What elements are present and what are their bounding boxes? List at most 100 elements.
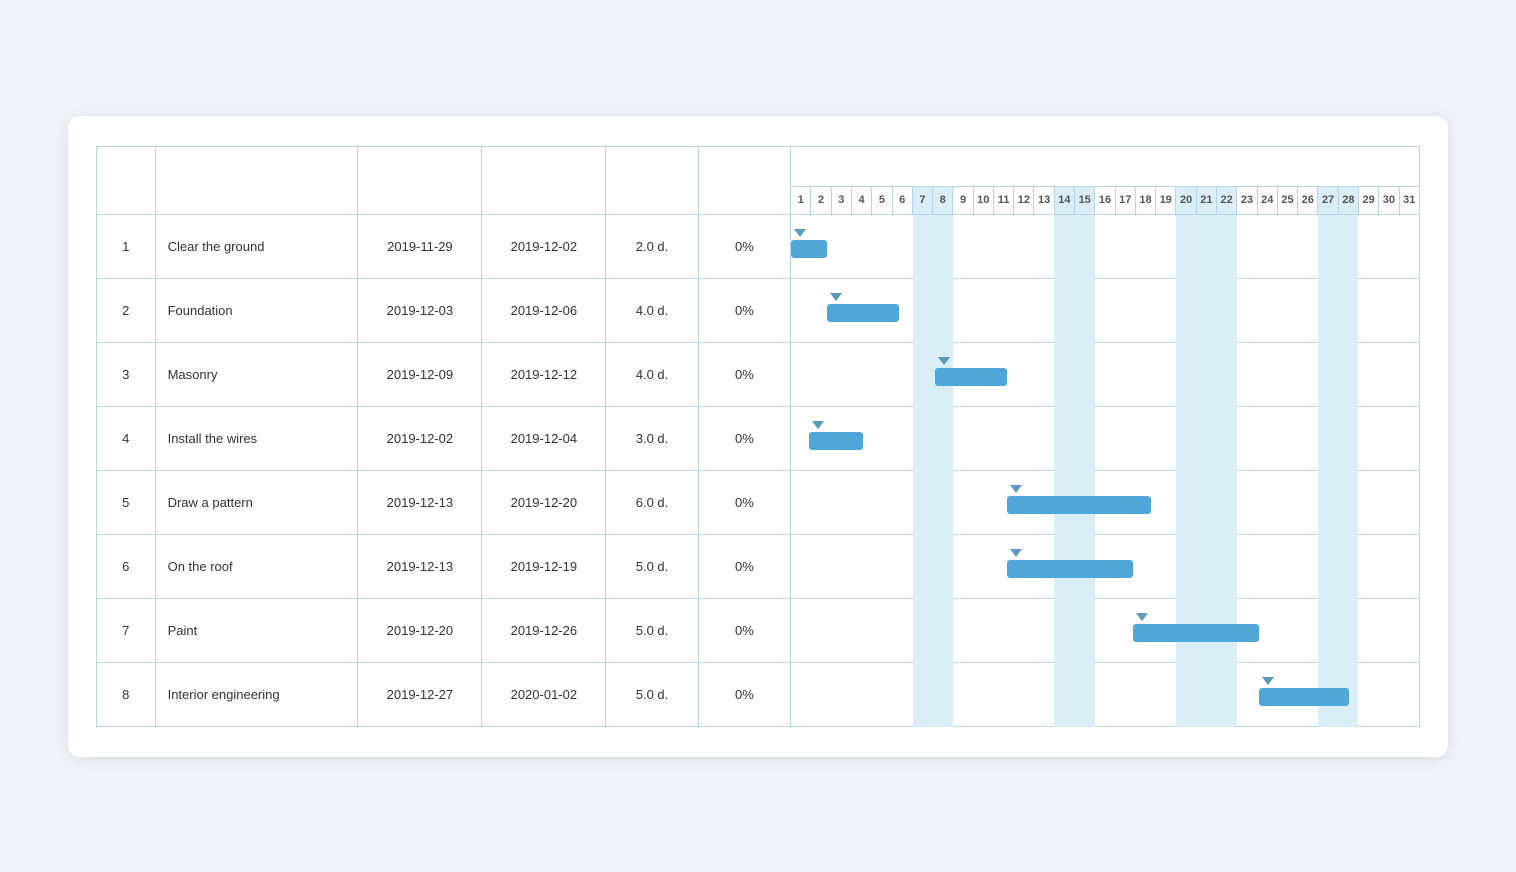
cell-id-4: 5	[97, 470, 156, 534]
gantt-chart-cell-5	[791, 534, 1420, 598]
cell-duration-0: 2.0 d.	[606, 214, 698, 278]
cell-start-3: 2019-12-02	[358, 406, 482, 470]
day-header-7: 7	[912, 186, 932, 214]
table-row: 5Draw a pattern2019-12-132019-12-206.0 d…	[97, 470, 1420, 534]
day-header-2: 2	[811, 186, 831, 214]
day-header-28: 28	[1338, 186, 1358, 214]
gantt-chart-cell-0	[791, 214, 1420, 278]
day-header-1: 1	[791, 186, 811, 214]
col-duration-header	[606, 146, 698, 214]
cell-name-1: Foundation	[155, 278, 358, 342]
cell-name-6: Paint	[155, 598, 358, 662]
cell-complete-0: 0%	[698, 214, 790, 278]
cell-name-0: Clear the ground	[155, 214, 358, 278]
day-header-21: 21	[1196, 186, 1216, 214]
cell-finish-4: 2019-12-20	[482, 470, 606, 534]
cell-name-4: Draw a pattern	[155, 470, 358, 534]
gantt-chart-cell-3	[791, 406, 1420, 470]
gantt-body: 1Clear the ground2019-11-292019-12-022.0…	[97, 214, 1420, 726]
cell-complete-1: 0%	[698, 278, 790, 342]
day-header-11: 11	[993, 186, 1013, 214]
gantt-chart-cell-1	[791, 278, 1420, 342]
cell-complete-5: 0%	[698, 534, 790, 598]
cell-start-5: 2019-12-13	[358, 534, 482, 598]
day-header-20: 20	[1176, 186, 1196, 214]
gantt-chart-cell-7	[791, 662, 1420, 726]
cell-id-0: 1	[97, 214, 156, 278]
day-header-12: 12	[1014, 186, 1034, 214]
cell-finish-3: 2019-12-04	[482, 406, 606, 470]
day-header-27: 27	[1318, 186, 1338, 214]
table-row: 1Clear the ground2019-11-292019-12-022.0…	[97, 214, 1420, 278]
cell-duration-1: 4.0 d.	[606, 278, 698, 342]
cell-finish-0: 2019-12-02	[482, 214, 606, 278]
day-header-16: 16	[1095, 186, 1115, 214]
cell-start-0: 2019-11-29	[358, 214, 482, 278]
table-row: 4Install the wires2019-12-022019-12-043.…	[97, 406, 1420, 470]
day-header-22: 22	[1217, 186, 1237, 214]
table-row: 6On the roof2019-12-132019-12-195.0 d.0%	[97, 534, 1420, 598]
day-header-24: 24	[1257, 186, 1277, 214]
col-finish-header	[482, 146, 606, 214]
cell-name-7: Interior engineering	[155, 662, 358, 726]
cell-duration-2: 4.0 d.	[606, 342, 698, 406]
gantt-chart-cell-2	[791, 342, 1420, 406]
cell-duration-5: 5.0 d.	[606, 534, 698, 598]
cell-finish-7: 2020-01-02	[482, 662, 606, 726]
cell-start-2: 2019-12-09	[358, 342, 482, 406]
day-header-14: 14	[1054, 186, 1074, 214]
gantt-chart-cell-4	[791, 470, 1420, 534]
cell-duration-7: 5.0 d.	[606, 662, 698, 726]
cell-start-1: 2019-12-03	[358, 278, 482, 342]
cell-start-6: 2019-12-20	[358, 598, 482, 662]
day-header-8: 8	[933, 186, 953, 214]
table-row: 3Masonry2019-12-092019-12-124.0 d.0%	[97, 342, 1420, 406]
cell-id-7: 8	[97, 662, 156, 726]
cell-name-2: Masonry	[155, 342, 358, 406]
day-header-31: 31	[1399, 186, 1419, 214]
gantt-table: 1234567891011121314151617181920212223242…	[96, 146, 1420, 727]
day-header-30: 30	[1379, 186, 1399, 214]
cell-finish-1: 2019-12-06	[482, 278, 606, 342]
day-header-13: 13	[1034, 186, 1054, 214]
cell-finish-6: 2019-12-26	[482, 598, 606, 662]
day-header-19: 19	[1156, 186, 1176, 214]
cell-id-1: 2	[97, 278, 156, 342]
cell-duration-4: 6.0 d.	[606, 470, 698, 534]
day-header-15: 15	[1075, 186, 1095, 214]
day-header-26: 26	[1298, 186, 1318, 214]
day-header-9: 9	[953, 186, 973, 214]
cell-id-2: 3	[97, 342, 156, 406]
day-header-17: 17	[1115, 186, 1135, 214]
day-header-6: 6	[892, 186, 912, 214]
col-taskname-header	[155, 146, 358, 214]
cell-start-4: 2019-12-13	[358, 470, 482, 534]
month-header-row	[97, 146, 1420, 186]
cell-complete-2: 0%	[698, 342, 790, 406]
table-row: 7Paint2019-12-202019-12-265.0 d.0%	[97, 598, 1420, 662]
day-header-23: 23	[1237, 186, 1257, 214]
gantt-chart-wrapper: 1234567891011121314151617181920212223242…	[96, 146, 1420, 727]
cell-id-3: 4	[97, 406, 156, 470]
cell-complete-3: 0%	[698, 406, 790, 470]
cell-duration-3: 3.0 d.	[606, 406, 698, 470]
cell-id-5: 6	[97, 534, 156, 598]
cell-start-7: 2019-12-27	[358, 662, 482, 726]
day-header-10: 10	[973, 186, 993, 214]
cell-name-5: On the roof	[155, 534, 358, 598]
cell-id-6: 7	[97, 598, 156, 662]
cell-complete-4: 0%	[698, 470, 790, 534]
day-header-29: 29	[1358, 186, 1378, 214]
col-start-header	[358, 146, 482, 214]
day-header-5: 5	[872, 186, 892, 214]
day-header-3: 3	[831, 186, 851, 214]
table-row: 8Interior engineering2019-12-272020-01-0…	[97, 662, 1420, 726]
cell-complete-6: 0%	[698, 598, 790, 662]
cell-complete-7: 0%	[698, 662, 790, 726]
cell-finish-5: 2019-12-19	[482, 534, 606, 598]
month-label	[791, 146, 1420, 186]
cell-duration-6: 5.0 d.	[606, 598, 698, 662]
table-row: 2Foundation2019-12-032019-12-064.0 d.0%	[97, 278, 1420, 342]
col-complete-header	[698, 146, 790, 214]
cell-finish-2: 2019-12-12	[482, 342, 606, 406]
